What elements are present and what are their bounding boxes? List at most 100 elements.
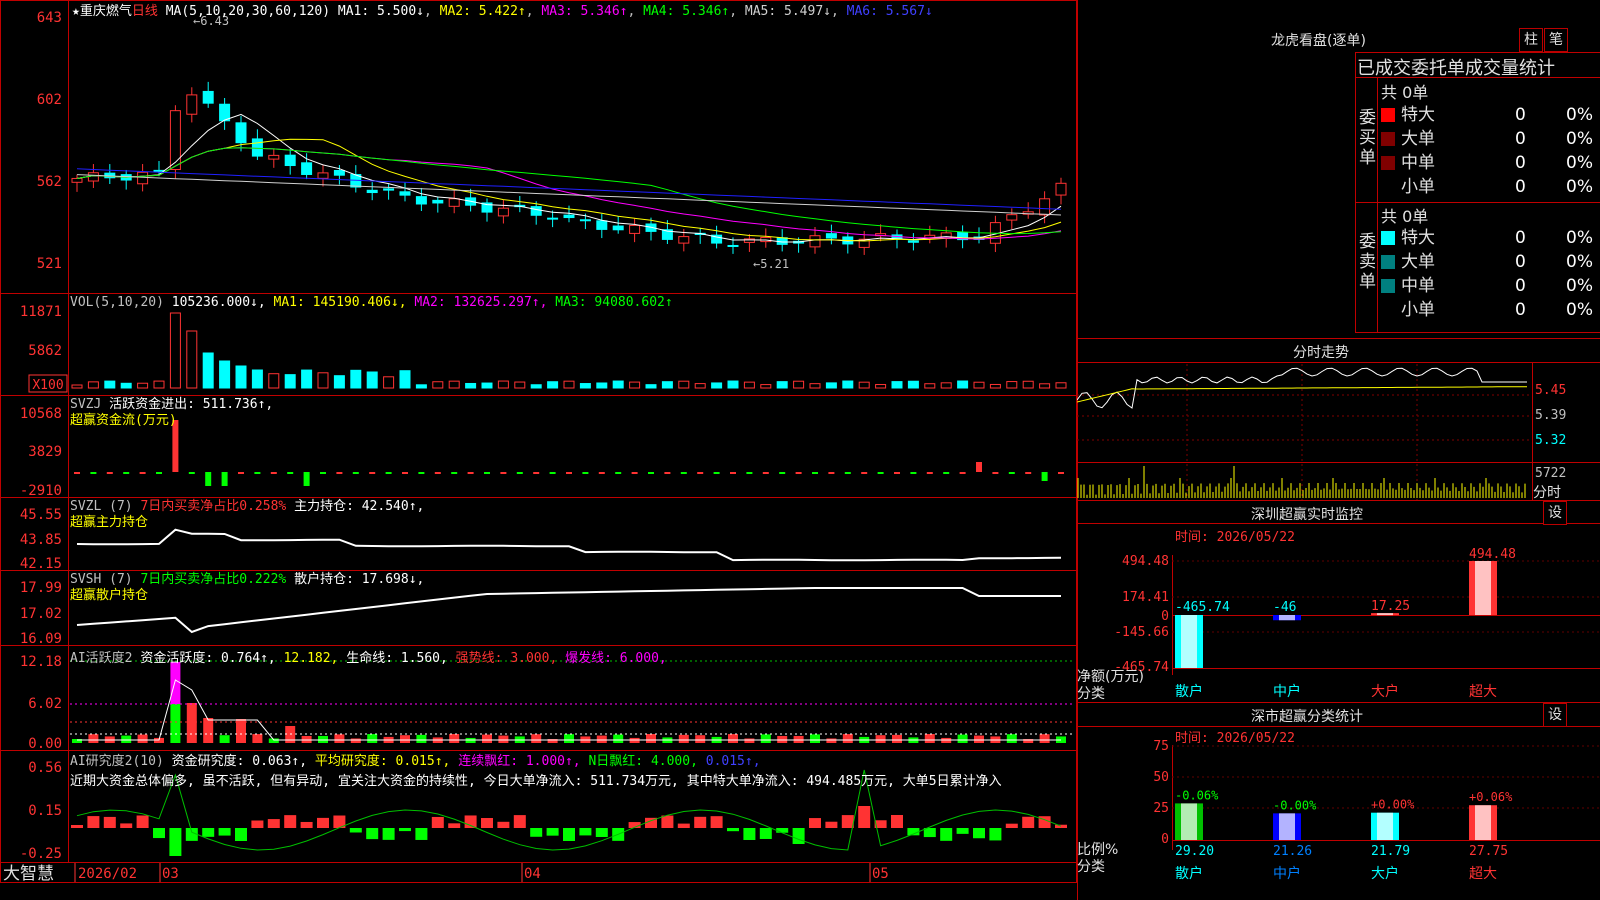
svzj-bar <box>877 472 884 474</box>
cls-settings-button[interactable]: 设 <box>1543 703 1567 727</box>
volume-bar <box>202 352 214 389</box>
candle-body <box>399 191 411 196</box>
buy-total: 共 0单 <box>1381 83 1429 102</box>
candle-body <box>547 217 559 220</box>
ai1-bar <box>219 735 230 743</box>
svzj-bar <box>287 472 294 474</box>
ai1-bar <box>88 734 99 743</box>
cls-stat-bars: -0.06% 29.20 散户 -0.00% 21.26 中户 +0.00% 21.79 大户 +… <box>1175 788 1513 882</box>
svzj-bar <box>1058 472 1064 474</box>
ma-line <box>76 147 1062 240</box>
candle-body <box>629 224 641 234</box>
ai1-bar <box>728 734 738 743</box>
svzj-bar <box>713 472 720 474</box>
ai1-tick: 6.02 <box>28 696 62 712</box>
svzj-bar <box>730 472 736 474</box>
sz-monitor-bars: -465.74 散户 -46 中户 17.25 大户 494.48 超大 <box>1175 547 1516 700</box>
volume-bar <box>333 375 345 389</box>
svzj-bar <box>844 472 851 474</box>
color-swatch <box>1381 180 1395 194</box>
cls-bar-highlight <box>1475 805 1491 840</box>
volume-bar <box>169 312 181 389</box>
svzj-bar <box>1008 472 1015 474</box>
vol-unit: X100 <box>32 378 63 393</box>
candle-body <box>612 225 624 231</box>
volume-bar <box>268 373 280 389</box>
sz-category: 中户 <box>1273 683 1301 700</box>
svzj-bar <box>549 472 556 474</box>
fenshi-vol-tick: 5722 <box>1535 466 1567 481</box>
candle-body <box>563 214 575 219</box>
ai2-tick: 0.56 <box>28 760 62 776</box>
ai1-bar <box>695 735 706 743</box>
cls-change-label: +0.06% <box>1469 790 1513 804</box>
ai2-tick: 0.15 <box>28 803 62 819</box>
ai2-bar <box>792 828 805 844</box>
sz-bar-highlight <box>1279 615 1295 621</box>
ai2-bar <box>415 828 428 840</box>
svsh-title: 超赢散户持仓 <box>70 588 149 603</box>
buy-row: 小单 0 0% <box>1381 175 1600 199</box>
svzj-bar <box>746 472 753 474</box>
ai1-bar <box>678 734 689 743</box>
star-icon[interactable]: ★ <box>72 4 80 19</box>
cls-tick: 75 <box>1153 739 1169 754</box>
row-name: 中单 <box>1401 276 1435 296</box>
ai2-bar <box>382 828 395 840</box>
bar-view-button[interactable]: 柱 <box>1519 28 1543 52</box>
svzl-title: 超赢主力持仓 <box>70 515 149 530</box>
ai2-bar <box>317 817 329 828</box>
ai2-t3: 连续飘红: 1.000↑, <box>458 754 581 769</box>
sz-bar-highlight <box>1475 561 1491 615</box>
date-tick: 05 <box>872 866 889 882</box>
volume-bar <box>235 365 247 389</box>
sell-total: 共 0单 <box>1381 207 1429 226</box>
candle-body <box>366 189 378 194</box>
volume-bar <box>1039 383 1051 389</box>
svzj-value: 活跃资金进出: 511.736↑, <box>109 397 274 412</box>
ai2-bar <box>87 816 100 828</box>
svzj-bar <box>418 472 425 474</box>
candle-body <box>317 172 329 179</box>
ma1-value: MA1: 5.500↓ <box>337 4 424 19</box>
period-label[interactable]: 日线 <box>132 4 158 19</box>
ai2-header: AI研究度2(10) 资金研究度: 0.063↑, 平均研究度: 0.015↑,… <box>70 752 1075 799</box>
ai1-bar <box>564 734 574 743</box>
row-value: 0 <box>1515 105 1526 125</box>
ai2-bar <box>284 815 297 828</box>
ai2-bar <box>366 828 379 840</box>
svzj-bar <box>500 472 507 474</box>
date-tick: 04 <box>524 866 541 882</box>
vol-value: 105236.000↓, <box>171 295 266 310</box>
ai2-bar <box>431 816 444 828</box>
sz-bar-label: -46 <box>1273 600 1296 615</box>
ai1-bar <box>482 734 492 743</box>
svzj-bar <box>336 472 343 474</box>
ma3-value: MA3: 5.346↑ <box>541 4 628 19</box>
row-value: 0 <box>1515 129 1526 149</box>
ai1-bar <box>268 738 279 743</box>
ai2-bar <box>497 821 510 828</box>
ai2-bar <box>235 828 247 841</box>
buy-row: 大单 0 0% <box>1381 127 1600 151</box>
sz-settings-button[interactable]: 设 <box>1543 501 1567 525</box>
volume-bar <box>989 383 1001 389</box>
volume-bar <box>793 380 805 389</box>
svsh-header: SVSH (7) 7日内买卖净占比0.222% 散户持仓: 17.698↓, 超… <box>70 572 424 604</box>
vol-tick: 5862 <box>28 343 62 359</box>
sell-rows: 特大 0 0% 大单 0 0% 中单 0 0% 小单 0 0% <box>1381 226 1600 322</box>
volume-bar <box>957 380 969 389</box>
tick-view-button[interactable]: 笔 <box>1544 28 1568 52</box>
volume-bar <box>432 381 444 389</box>
volume-bar <box>579 383 591 389</box>
ai1-bar <box>186 703 197 743</box>
moving-average-lines <box>76 113 1062 243</box>
svzj-tick: -2910 <box>20 483 62 499</box>
cls-change-label: -0.00% <box>1273 798 1317 812</box>
candle-body <box>169 110 181 171</box>
svzl-label: SVZL (7) <box>70 499 133 514</box>
svzj-bar <box>106 472 113 474</box>
ma4-value: MA4: 5.346↑ <box>643 4 730 19</box>
volume-bar <box>940 382 952 389</box>
svzj-bar <box>795 472 802 474</box>
